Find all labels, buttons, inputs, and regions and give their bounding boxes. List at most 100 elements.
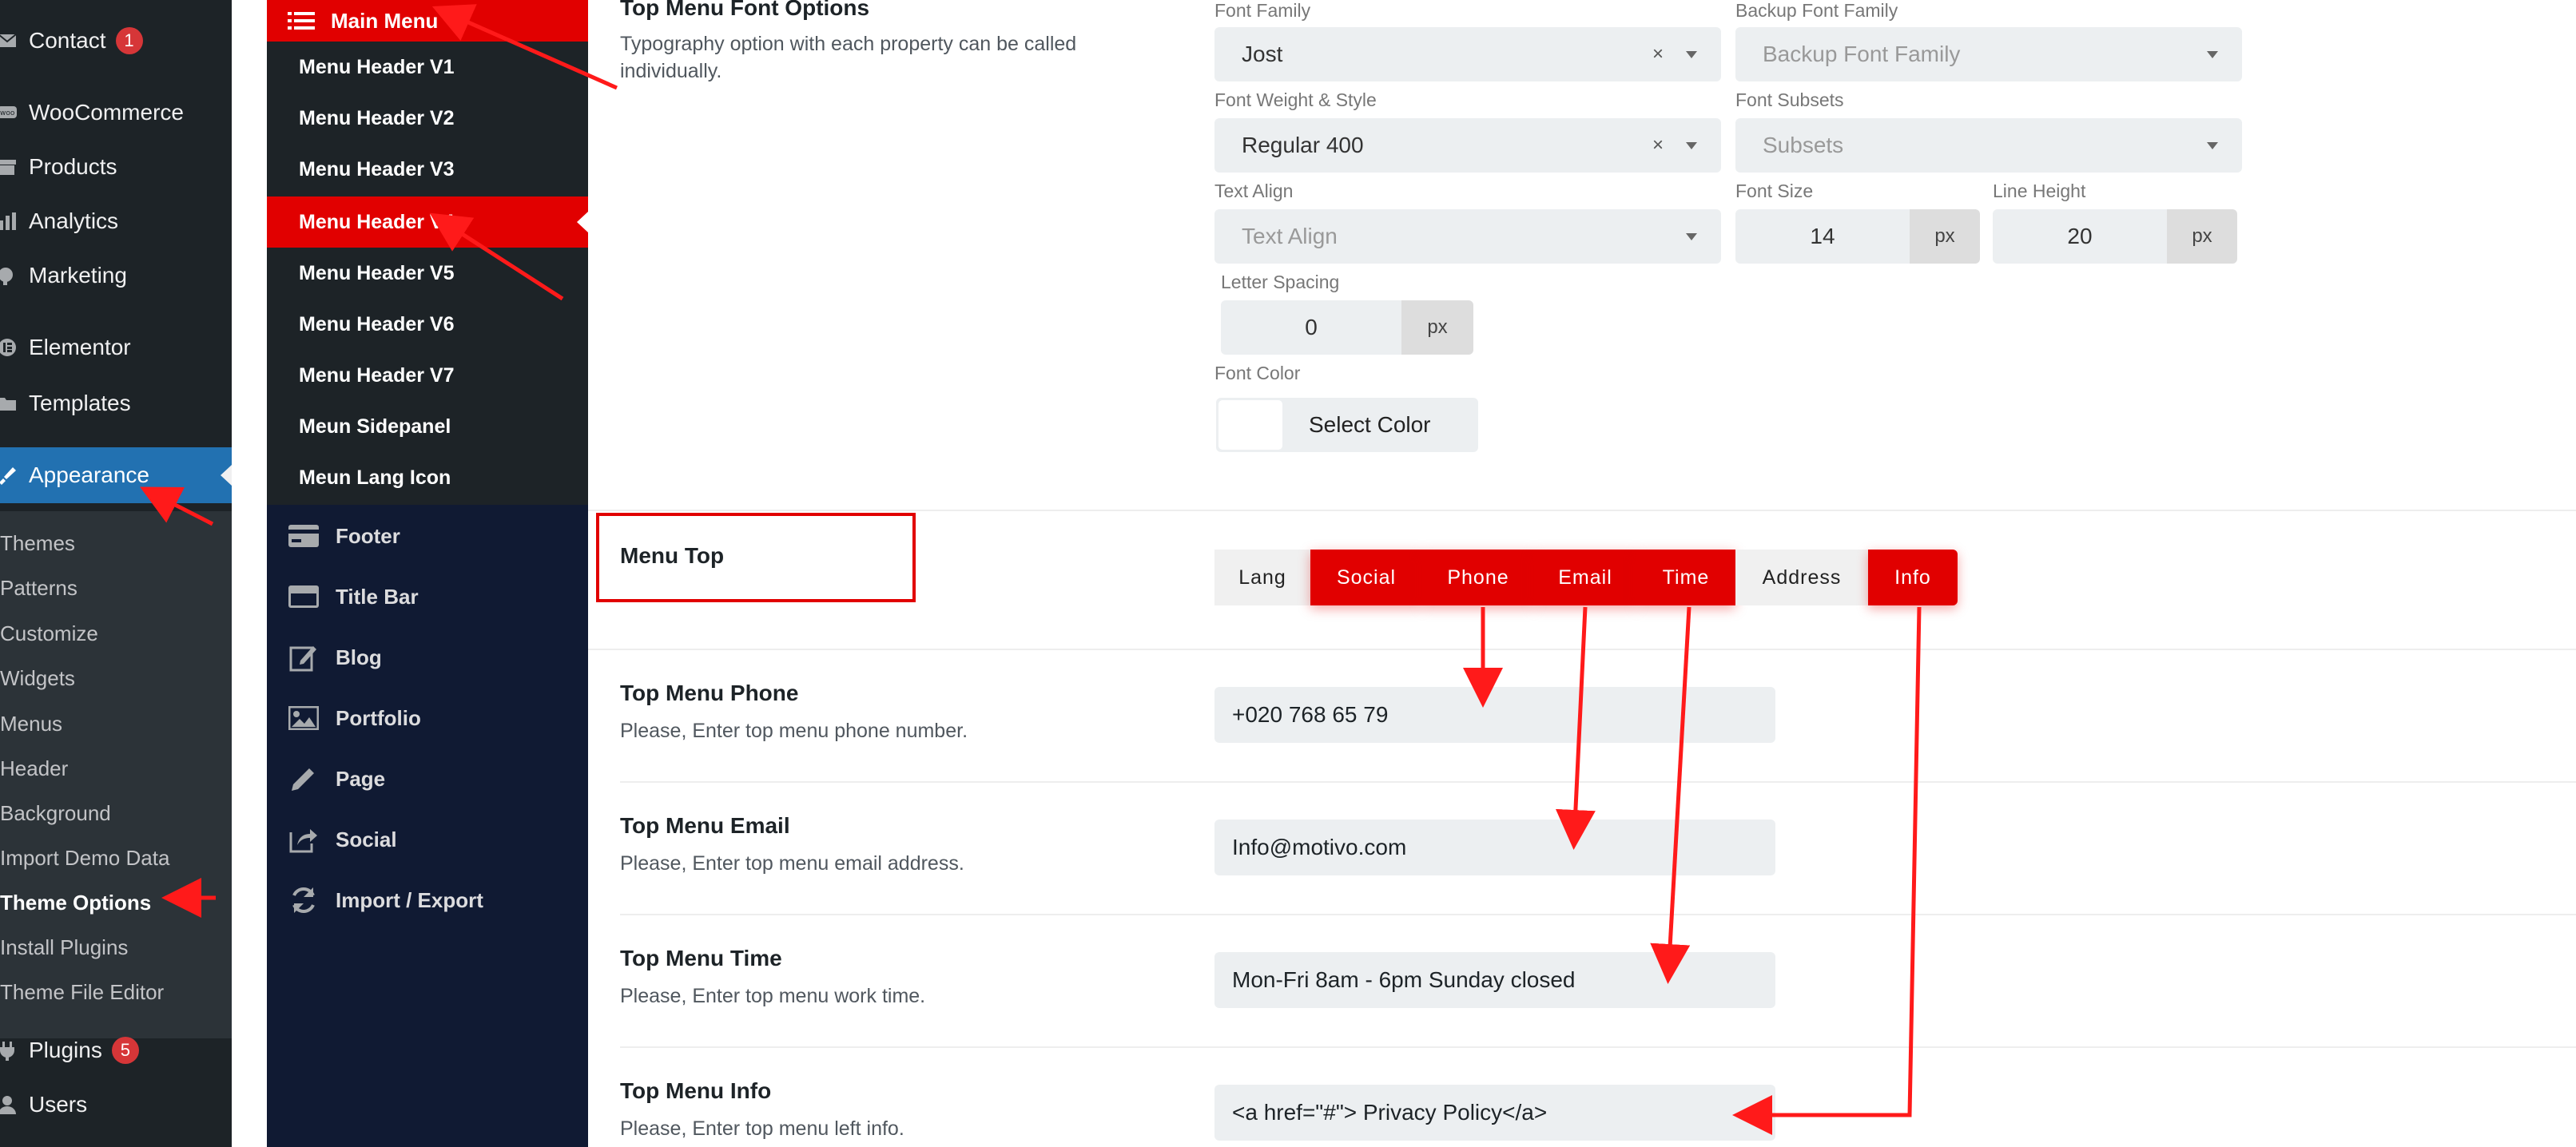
svg-text:woo: woo (0, 109, 15, 117)
user-icon (0, 1096, 16, 1114)
toggle-info[interactable]: Info (1868, 550, 1958, 605)
submenu-label: Menu Header V6 (299, 312, 455, 335)
wp-sub-customize[interactable]: Customize (0, 611, 98, 656)
pencil-icon (292, 768, 314, 791)
submenu-menu-header-v3[interactable]: Menu Header V3 (267, 144, 588, 195)
submenu-menu-header-v1[interactable]: Menu Header V1 (267, 42, 588, 93)
font-subsets-select[interactable]: Subsets (1735, 118, 2242, 173)
divider (588, 510, 2576, 511)
font-size-input[interactable]: 14 (1735, 209, 1910, 264)
submenu-label: Menu Header V7 (299, 363, 455, 387)
menu-item-portfolio[interactable]: Portfolio (267, 690, 588, 746)
toggle-address[interactable]: Address (1735, 550, 1868, 605)
info-input[interactable]: <a href="#"> Privacy Policy</a> (1214, 1085, 1775, 1141)
field-title-phone: Top Menu Phone (620, 681, 799, 705)
appearance-submenu: Themes Patterns Customize Widgets Menus … (0, 511, 232, 1038)
wp-sub-themes[interactable]: Themes (0, 521, 75, 566)
list-icon (288, 12, 315, 30)
letter-spacing-input[interactable]: 0 (1221, 300, 1401, 355)
line-height-input[interactable]: 20 (1993, 209, 2167, 264)
menu-item-page[interactable]: Page (267, 751, 588, 807)
text-align-label: Text Align (1214, 181, 1294, 201)
wp-menu-products[interactable]: Products (0, 139, 232, 195)
field-title-info: Top Menu Info (620, 1078, 772, 1103)
wp-sub-theme-options[interactable]: Theme Options (0, 880, 151, 925)
menu-item-title-bar[interactable]: Title Bar (267, 569, 588, 625)
wp-menu-label: WooCommerce (29, 100, 184, 125)
wp-sub-import-demo-data[interactable]: Import Demo Data (0, 835, 169, 880)
select-placeholder: Backup Font Family (1763, 42, 1961, 66)
main-menu-submenu: Main Menu Menu Header V1 Menu Header V2 … (267, 0, 588, 505)
card-icon (288, 525, 319, 547)
font-family-select[interactable]: Jost × (1214, 27, 1721, 81)
chevron-down-icon (1686, 50, 1697, 58)
wp-menu-label: Elementor (29, 335, 131, 359)
submenu-label: Menu Header V3 (299, 157, 455, 181)
font-weight-select[interactable]: Regular 400 × (1214, 118, 1721, 173)
toggle-email[interactable]: Email (1534, 550, 1636, 605)
annotation-highlight-box (596, 513, 916, 602)
wp-sub-menus[interactable]: Menus (0, 701, 62, 746)
submenu-menu-header-v5[interactable]: Menu Header V5 (267, 248, 588, 299)
wp-menu-analytics[interactable]: Analytics (0, 193, 232, 249)
submenu-menu-header-v6[interactable]: Menu Header V6 (267, 299, 588, 350)
wp-menu-label: Marketing (29, 263, 127, 288)
toggle-phone[interactable]: Phone (1422, 550, 1534, 605)
section-desc-font-options: Typography option with each property can… (620, 33, 1077, 82)
phone-input[interactable]: +020 768 65 79 (1214, 687, 1775, 743)
submenu-sidepanel[interactable]: Meun Sidepanel (267, 401, 588, 452)
submenu-menu-header-v2[interactable]: Menu Header V2 (267, 93, 588, 144)
submenu-menu-header-v4[interactable]: Menu Header V4 (267, 196, 588, 248)
wp-sub-widgets[interactable]: Widgets (0, 656, 75, 701)
toggle-social[interactable]: Social (1310, 550, 1422, 605)
wp-sub-install-plugins[interactable]: Install Plugins (0, 925, 128, 970)
submenu-menu-header-v7[interactable]: Menu Header V7 (267, 350, 588, 401)
clear-icon[interactable]: × (1652, 43, 1664, 65)
letter-spacing-label: Letter Spacing (1221, 272, 1340, 292)
toggle-time[interactable]: Time (1636, 550, 1735, 605)
select-placeholder: Subsets (1763, 133, 1844, 157)
wp-menu-label: Templates (29, 391, 131, 415)
toggle-lang[interactable]: Lang (1214, 550, 1310, 605)
wp-menu-appearance[interactable]: Appearance (0, 447, 232, 503)
wp-sub-background[interactable]: Background (0, 791, 111, 835)
font-color-label: Font Color (1214, 363, 1301, 383)
backup-font-select[interactable]: Backup Font Family (1735, 27, 2242, 81)
font-size-field: 14 px (1735, 209, 1980, 264)
wp-menu-marketing[interactable]: Marketing (0, 248, 232, 304)
wp-sub-theme-file-editor[interactable]: Theme File Editor (0, 970, 164, 1014)
wp-menu-templates[interactable]: Templates (0, 375, 232, 431)
menu-item-main-menu[interactable]: Main Menu (267, 0, 588, 42)
submenu-lang-icon[interactable]: Meun Lang Icon (267, 452, 588, 503)
font-weight-label: Font Weight & Style (1214, 89, 1377, 110)
time-input[interactable]: Mon-Fri 8am - 6pm Sunday closed (1214, 952, 1775, 1008)
clear-icon[interactable]: × (1652, 134, 1664, 157)
wp-menu-elementor[interactable]: Elementor (0, 319, 232, 375)
submenu-label: Menu Header V4 (299, 210, 455, 233)
font-size-label: Font Size (1735, 181, 1814, 201)
wp-menu-label: Contact (29, 28, 106, 53)
menu-label: Blog (336, 645, 382, 669)
menu-item-footer[interactable]: Footer (267, 508, 588, 564)
wp-menu-contact[interactable]: Contact 1 (0, 13, 232, 69)
wp-sub-patterns[interactable]: Patterns (0, 566, 78, 610)
wp-menu-plugins[interactable]: Plugins 5 (0, 1022, 232, 1078)
wp-menu-label: Appearance (29, 462, 150, 487)
menu-item-import-export[interactable]: Import / Export (267, 872, 588, 928)
line-height-label: Line Height (1993, 181, 2086, 201)
wp-menu-users[interactable]: Users (0, 1077, 232, 1133)
menu-label: Main Menu (331, 8, 439, 33)
button-label: Select Color (1309, 412, 1431, 437)
email-input[interactable]: Info@motivo.com (1214, 820, 1775, 875)
wp-sub-header[interactable]: Header (0, 746, 68, 791)
wp-menu-woocommerce[interactable]: woo WooCommerce (0, 85, 232, 141)
wp-menu-label: Products (29, 154, 117, 179)
selected-value: Jost (1242, 42, 1283, 66)
edit-icon (289, 646, 316, 672)
text-align-select[interactable]: Text Align (1214, 209, 1721, 264)
menu-label: Page (336, 766, 386, 791)
mail-icon (0, 34, 17, 47)
menu-item-blog[interactable]: Blog (267, 629, 588, 685)
menu-item-social[interactable]: Social (267, 812, 588, 867)
select-color-button[interactable]: Select Color (1216, 398, 1478, 452)
